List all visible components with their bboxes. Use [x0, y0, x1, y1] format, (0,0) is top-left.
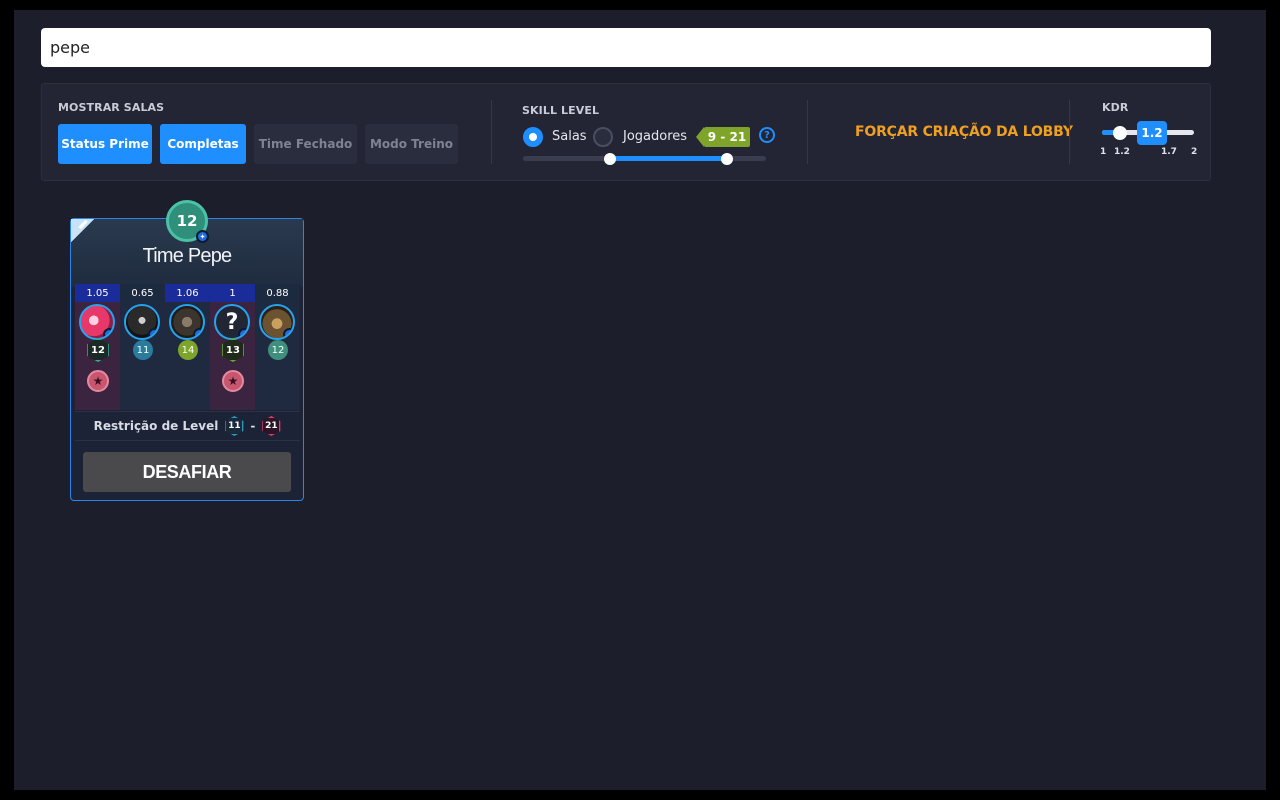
skill-slider-fill: [610, 156, 728, 161]
divider: [491, 100, 492, 164]
player-level-badge: 12: [87, 338, 109, 362]
player-kdr: 0.65: [120, 284, 165, 302]
min-level-badge: 11: [225, 416, 244, 436]
team-level-badge: 12 ✦: [166, 200, 209, 243]
team-name: Time Pepe: [142, 245, 233, 267]
skill-slider-min-handle[interactable]: [604, 153, 617, 165]
divider: [807, 100, 808, 164]
range-separator: -: [250, 419, 256, 433]
question-icon: ?: [225, 309, 239, 335]
prime-shield-icon: ✦: [238, 328, 248, 338]
rooms-radio[interactable]: [523, 127, 543, 147]
star-icon: ★: [222, 370, 244, 392]
player-slot[interactable]: 0.65 ✦ 11: [120, 284, 165, 410]
rooms-radio-label: Salas: [552, 129, 587, 144]
kdr-tick: 1.7: [1161, 147, 1177, 157]
player-slot[interactable]: 0.88 ✦ 12: [255, 284, 300, 410]
lobby-card: Time Pepe 12 ✦ 1.05 ✦ 12 ★ 0.65 ✦ 11 1.0…: [70, 200, 304, 501]
player-slot[interactable]: 1.06 ✦ 14: [165, 284, 210, 410]
prime-shield-icon: ✦: [283, 328, 293, 338]
kdr-tick: 1.2: [1114, 147, 1130, 157]
closed-team-button[interactable]: Time Fechado: [254, 124, 357, 164]
player-kdr: 1: [210, 284, 255, 302]
prime-shield-icon: ✦: [193, 328, 203, 338]
level-restriction: Restrição de Level 11 - 21: [75, 411, 300, 441]
help-icon[interactable]: ?: [759, 127, 775, 143]
kdr-slider-handle[interactable]: [1113, 126, 1127, 140]
player-slot[interactable]: 1.05 ✦ 12 ★: [75, 284, 120, 410]
training-mode-button[interactable]: Modo Treino: [365, 124, 458, 164]
kdr-tick: 2: [1191, 147, 1198, 157]
player-kdr: 1.05: [75, 284, 120, 302]
skull-avatar: ✦: [79, 304, 115, 340]
status-prime-button[interactable]: Status Prime: [58, 124, 152, 164]
dog-avatar: ✦: [259, 304, 295, 340]
unknown-avatar: ? ✦: [214, 304, 250, 340]
kdr-tick: 1: [1100, 147, 1107, 157]
filter-bar: MOSTRAR SALAS Status Prime Completas Tim…: [41, 83, 1211, 181]
players-radio-label: Jogadores: [623, 129, 688, 144]
skill-range-badge: 9 - 21: [696, 127, 750, 147]
prime-shield-icon: ✦: [196, 230, 209, 243]
player-slot[interactable]: 1 ? ✦ 13 ★: [210, 284, 255, 410]
player-kdr: 0.88: [255, 284, 300, 302]
max-level-badge: 21: [262, 416, 281, 436]
prime-shield-icon: ✦: [148, 328, 158, 338]
soldier-avatar: ✦: [169, 304, 205, 340]
country-flag-icon: [71, 219, 97, 245]
level-restriction-label: Restrição de Level: [93, 419, 219, 433]
divider: [1069, 100, 1070, 164]
player-list: 1.05 ✦ 12 ★ 0.65 ✦ 11 1.06 ✦ 14 1 ? ✦ 13…: [75, 284, 300, 410]
player-level-badge: 13: [222, 338, 244, 362]
app-window: MOSTRAR SALAS Status Prime Completas Tim…: [14, 10, 1266, 790]
hood-avatar: ✦: [124, 304, 160, 340]
kdr-value-bubble: 1.2: [1137, 121, 1167, 145]
player-kdr: 1.06: [165, 284, 210, 302]
player-level-badge: 11: [133, 340, 153, 360]
prime-shield-icon: ✦: [103, 328, 113, 338]
player-level-badge: 12: [268, 340, 288, 360]
complete-button[interactable]: Completas: [160, 124, 246, 164]
kdr-title: KDR: [1102, 101, 1129, 114]
challenge-button[interactable]: DESAFIAR: [83, 452, 291, 492]
skill-slider-max-handle[interactable]: [721, 153, 734, 165]
players-radio[interactable]: [593, 127, 613, 147]
player-level-badge: 14: [178, 340, 198, 360]
star-icon: ★: [87, 370, 109, 392]
search-input[interactable]: [41, 28, 1211, 67]
show-rooms-title: MOSTRAR SALAS: [58, 101, 165, 114]
team-level-value: 12: [176, 212, 198, 230]
skill-level-title: SKILL LEVEL: [522, 104, 600, 117]
force-lobby-button[interactable]: FORÇAR CRIAÇÃO DA LOBBY: [855, 124, 1073, 140]
